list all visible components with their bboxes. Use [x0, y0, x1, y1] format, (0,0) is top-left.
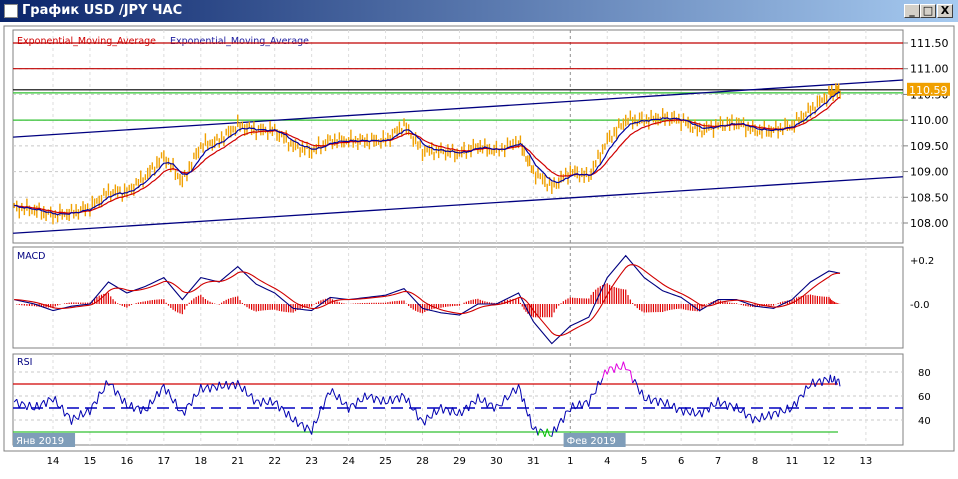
- x-tick-label: 14: [47, 456, 60, 467]
- month-label: Фев 2019: [567, 436, 616, 447]
- rsi-line-segment: [470, 400, 474, 403]
- rsi-axis-label: 60: [918, 392, 931, 403]
- month-label: Янв 2019: [16, 436, 64, 447]
- last-price-label: 110.59: [909, 84, 948, 97]
- x-tick-label: 21: [231, 456, 244, 467]
- x-tick-label: 11: [786, 456, 799, 467]
- x-tick-label: 25: [379, 456, 392, 467]
- x-tick-label: 8: [752, 456, 758, 467]
- x-tick-label: 4: [604, 456, 610, 467]
- window-title-bar: График USD /JPY ЧАС _ □ X: [0, 0, 958, 22]
- price-axis-label: 108.00: [910, 217, 949, 230]
- rsi-axis-label: 80: [918, 368, 931, 379]
- minimize-button[interactable]: _: [904, 4, 920, 18]
- x-tick-label: 28: [416, 456, 429, 467]
- chart-canvas[interactable]: Exponential_Moving_Average Exponential_M…: [0, 22, 958, 479]
- legend-ema-fast: Exponential_Moving_Average: [170, 36, 309, 47]
- close-button[interactable]: X: [937, 4, 953, 18]
- x-tick-label: 30: [490, 456, 503, 467]
- rsi-line-segment: [831, 381, 834, 383]
- legend-ema-slow: Exponential_Moving_Average: [17, 36, 156, 47]
- rsi-line-segment: [627, 369, 631, 372]
- price-axis-label: 110.00: [910, 114, 949, 127]
- macd-label: MACD: [17, 251, 45, 262]
- price-axis-label: 111.50: [910, 37, 949, 50]
- rsi-line-segment: [678, 407, 682, 409]
- price-axis-label: 109.50: [910, 140, 949, 153]
- price-axis-label: 109.00: [910, 166, 949, 179]
- x-tick-label: 7: [715, 456, 721, 467]
- macd-panel: [12, 246, 904, 349]
- rsi-panel: [12, 353, 904, 446]
- x-tick-label: 17: [157, 456, 170, 467]
- rsi-line-segment: [713, 405, 716, 407]
- x-tick-label: 15: [84, 456, 97, 467]
- chart-app-icon: [4, 4, 18, 18]
- x-tick-label: 1: [567, 456, 573, 467]
- x-tick-label: 24: [342, 456, 355, 467]
- x-tick-label: 18: [194, 456, 207, 467]
- rsi-axis-label: 40: [918, 416, 931, 427]
- macd-axis-label: -0.0: [910, 300, 930, 311]
- x-tick-label: 22: [268, 456, 281, 467]
- rsi-label: RSI: [17, 357, 32, 368]
- price-axis-label: 108.50: [910, 191, 949, 204]
- x-tick-label: 5: [641, 456, 647, 467]
- maximize-button[interactable]: □: [920, 4, 936, 18]
- x-tick-label: 29: [453, 456, 466, 467]
- x-tick-label: 23: [305, 456, 318, 467]
- x-tick-label: 13: [860, 456, 873, 467]
- window-title: График USD /JPY ЧАС: [22, 3, 183, 18]
- price-axis-label: 111.00: [910, 63, 949, 76]
- macd-axis-label: +0.2: [910, 256, 934, 267]
- x-tick-label: 12: [823, 456, 836, 467]
- x-tick-label: 6: [678, 456, 684, 467]
- x-tick-label: 16: [121, 456, 134, 467]
- x-tick-label: 31: [527, 456, 540, 467]
